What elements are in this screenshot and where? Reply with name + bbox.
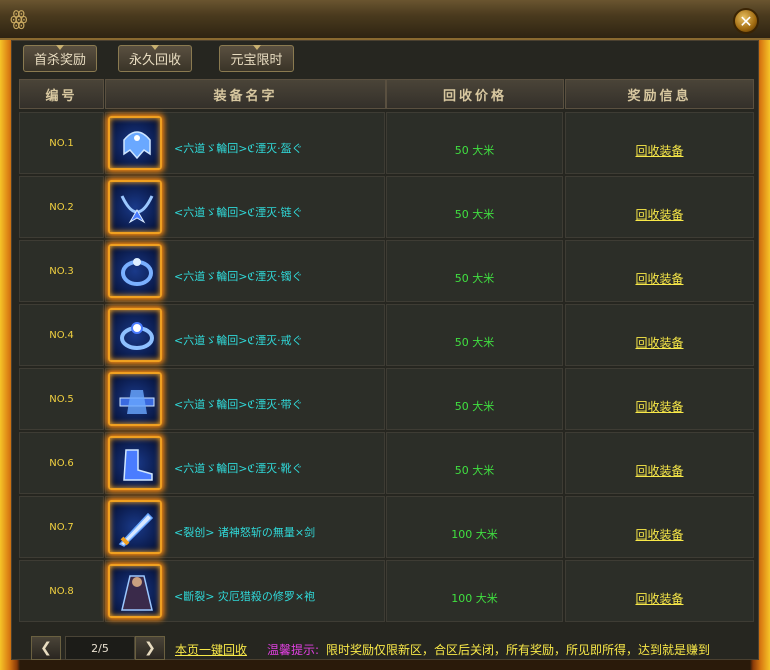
sword-icon[interactable] xyxy=(108,500,162,554)
helmet-icon[interactable] xyxy=(108,116,162,170)
hint-label: 温馨提示: xyxy=(267,643,320,657)
column-header-equipment-name: 装备名字 xyxy=(105,79,386,109)
next-page-button[interactable]: ❯ xyxy=(135,636,165,660)
row-number: NO.4 xyxy=(19,304,104,366)
tab-first-kill-rewards[interactable]: 首杀奖励 xyxy=(23,45,97,72)
row-number: NO.3 xyxy=(19,240,104,302)
recycle-price: 50 大米 xyxy=(386,368,563,430)
table-row: NO.6 <六道ゞ輪回>ℭ湮灭·靴ぐ 50 大米 回收装备 xyxy=(19,432,754,494)
hint-text: 限时奖励仅限新区，合区后关闭，所有奖励，所见即所得，达到就是赚到 xyxy=(326,643,711,657)
table-row: NO.7 <裂创> 诸神怒斩の無量×剑 100 大米 回收装备 xyxy=(19,496,754,558)
reward-cell: 回收装备 xyxy=(565,560,754,622)
column-header-number: 编号 xyxy=(19,79,104,109)
table-row: NO.3 <六道ゞ輪回>ℭ湮灭·镯ぐ 50 大米 回收装备 xyxy=(19,240,754,302)
recycle-price: 100 大米 xyxy=(386,496,563,558)
equipment-cell: <裂创> 诸神怒斩の無量×剑 xyxy=(105,496,385,558)
reward-cell: 回收装备 xyxy=(565,112,754,174)
row-number: NO.1 xyxy=(19,112,104,174)
title-bar: ꙮ xyxy=(0,0,770,40)
recycle-equipment-link[interactable]: 回收装备 xyxy=(635,270,683,287)
close-button[interactable]: ✕ xyxy=(733,8,759,34)
row-number: NO.8 xyxy=(19,560,104,622)
recycle-equipment-link[interactable]: 回收装备 xyxy=(635,526,683,543)
recycle-price: 50 大米 xyxy=(386,112,563,174)
necklace-icon[interactable] xyxy=(108,180,162,234)
recycle-equipment-link[interactable]: 回收装备 xyxy=(635,142,683,159)
recycle-equipment-link[interactable]: 回收装备 xyxy=(635,398,683,415)
robe-icon[interactable] xyxy=(108,564,162,618)
footer-bar: ❮ 2/5 ❯ 本页一键回收 温馨提示: 限时奖励仅限新区，合区后关闭，所有奖励… xyxy=(19,636,754,662)
ring-icon[interactable] xyxy=(108,308,162,362)
recycle-equipment-link[interactable]: 回收装备 xyxy=(635,590,683,607)
equipment-name: <裂创> 诸神怒斩の無量×剑 xyxy=(174,526,316,539)
equipment-name: <斷裂> 灾厄猎殺の修罗×袍 xyxy=(174,590,316,603)
recycle-equipment-link[interactable]: 回收装备 xyxy=(635,334,683,351)
tab-ingot-limited[interactable]: 元宝限时 xyxy=(219,45,294,72)
boots-icon[interactable] xyxy=(108,436,162,490)
equipment-cell: <六道ゞ輪回>ℭ湮灭·链ぐ xyxy=(105,176,385,238)
recycle-equipment-link[interactable]: 回收装备 xyxy=(635,462,683,479)
table-row: NO.8 <斷裂> 灾厄猎殺の修罗×袍 100 大米 回收装备 xyxy=(19,560,754,622)
table-row: NO.2 <六道ゞ輪回>ℭ湮灭·链ぐ 50 大米 回收装备 xyxy=(19,176,754,238)
reward-cell: 回收装备 xyxy=(565,496,754,558)
recycle-price: 50 大米 xyxy=(386,432,563,494)
row-number: NO.5 xyxy=(19,368,104,430)
equipment-name: <六道ゞ輪回>ℭ湮灭·镯ぐ xyxy=(174,270,303,283)
prev-page-button[interactable]: ❮ xyxy=(31,636,61,660)
reward-cell: 回收装备 xyxy=(565,176,754,238)
page-indicator: 2/5 xyxy=(65,636,135,660)
recycle-price: 100 大米 xyxy=(386,560,563,622)
equipment-name: <六道ゞ輪回>ℭ湮灭·链ぐ xyxy=(174,206,303,219)
equipment-name: <六道ゞ輪回>ℭ湮灭·盔ぐ xyxy=(174,142,303,155)
row-number: NO.6 xyxy=(19,432,104,494)
recycle-all-link[interactable]: 本页一键回收 xyxy=(175,641,247,658)
column-header-recycle-price: 回收价格 xyxy=(386,79,564,109)
table-row: NO.1 <六道ゞ輪回>ℭ湮灭·盔ぐ 50 大米 回收装备 xyxy=(19,112,754,174)
equipment-cell: <六道ゞ輪回>ℭ湮灭·镯ぐ xyxy=(105,240,385,302)
row-number: NO.7 xyxy=(19,496,104,558)
row-number: NO.2 xyxy=(19,176,104,238)
equipment-name: <六道ゞ輪回>ℭ湮灭·靴ぐ xyxy=(174,462,303,475)
equipment-cell: <六道ゞ輪回>ℭ湮灭·靴ぐ xyxy=(105,432,385,494)
belt-icon[interactable] xyxy=(108,372,162,426)
reward-cell: 回收装备 xyxy=(565,368,754,430)
reward-cell: 回收装备 xyxy=(565,304,754,366)
equipment-name: <六道ゞ輪回>ℭ湮灭·带ぐ xyxy=(174,398,303,411)
bracelet-icon[interactable] xyxy=(108,244,162,298)
column-header-reward-info: 奖励信息 xyxy=(565,79,754,109)
reward-cell: 回收装备 xyxy=(565,240,754,302)
recycle-price: 50 大米 xyxy=(386,304,563,366)
ornament-icon: ꙮ xyxy=(10,6,28,30)
equipment-cell: <六道ゞ輪回>ℭ湮灭·带ぐ xyxy=(105,368,385,430)
equipment-cell: <斷裂> 灾厄猎殺の修罗×袍 xyxy=(105,560,385,622)
recycle-price: 50 大米 xyxy=(386,240,563,302)
equipment-name: <六道ゞ輪回>ℭ湮灭·戒ぐ xyxy=(174,334,303,347)
equipment-cell: <六道ゞ輪回>ℭ湮灭·戒ぐ xyxy=(105,304,385,366)
tab-permanent-recycle[interactable]: 永久回收 xyxy=(118,45,192,72)
recycle-price: 50 大米 xyxy=(386,176,563,238)
equipment-cell: <六道ゞ輪回>ℭ湮灭·盔ぐ xyxy=(105,112,385,174)
reward-cell: 回收装备 xyxy=(565,432,754,494)
recycle-equipment-link[interactable]: 回收装备 xyxy=(635,206,683,223)
table-row: NO.5 <六道ゞ輪回>ℭ湮灭·带ぐ 50 大米 回收装备 xyxy=(19,368,754,430)
table-row: NO.4 <六道ゞ輪回>ℭ湮灭·戒ぐ 50 大米 回收装备 xyxy=(19,304,754,366)
